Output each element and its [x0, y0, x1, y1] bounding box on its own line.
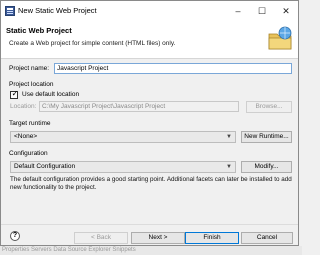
target-runtime-label: Target runtime	[9, 120, 51, 127]
minimize-button[interactable]: –	[227, 3, 249, 19]
next-button[interactable]: Next >	[131, 232, 185, 244]
configuration-select[interactable]: Default Configuration ▼	[10, 161, 236, 173]
use-default-location-label: Use default location	[22, 91, 80, 98]
background-view-tabs: Properties Servers Data Source Explorer …	[0, 246, 302, 255]
cancel-button[interactable]: Cancel	[241, 232, 293, 244]
finish-button[interactable]: Finish	[185, 232, 239, 244]
new-runtime-button[interactable]: New Runtime...	[241, 131, 292, 143]
configuration-label: Configuration	[9, 150, 48, 157]
window-title: New Static Web Project	[18, 6, 97, 15]
target-runtime-select[interactable]: <None> ▼	[10, 131, 236, 143]
back-button[interactable]: < Back	[74, 232, 128, 244]
project-name-input[interactable]: Javascript Project	[54, 63, 292, 74]
configuration-info-text: The default configuration provides a goo…	[10, 176, 292, 191]
modify-button[interactable]: Modify...	[241, 161, 292, 173]
project-name-label: Project name:	[9, 65, 50, 72]
wizard-header: Static Web Project Create a Web project …	[1, 21, 298, 59]
location-label: Location:	[10, 103, 37, 110]
dialog-window: New Static Web Project – ☐ ✕ Static Web …	[0, 0, 299, 246]
help-icon: ?	[12, 232, 18, 239]
location-input[interactable]: C:\My Javascript Project\Javascript Proj…	[39, 101, 239, 112]
minimize-icon: –	[235, 6, 241, 16]
chevron-down-icon: ▼	[226, 134, 232, 140]
page-title: Static Web Project	[6, 26, 72, 35]
web-project-folder-icon	[268, 26, 292, 50]
target-runtime-value: <None>	[14, 133, 38, 140]
checkmark-icon: ✓	[11, 89, 19, 98]
footer-divider	[1, 224, 298, 225]
close-icon: ✕	[282, 6, 290, 16]
chevron-down-icon: ▼	[226, 164, 232, 170]
maximize-icon: ☐	[257, 6, 267, 16]
maximize-button[interactable]: ☐	[251, 3, 273, 19]
close-button[interactable]: ✕	[275, 3, 297, 19]
title-bar: New Static Web Project – ☐ ✕	[1, 1, 298, 21]
browse-button[interactable]: Browse...	[246, 101, 292, 113]
project-location-label: Project location	[9, 81, 54, 88]
configuration-value: Default Configuration	[14, 163, 76, 170]
help-button[interactable]: ?	[10, 231, 20, 241]
page-description: Create a Web project for simple content …	[9, 40, 176, 47]
use-default-location-checkbox[interactable]: ✓	[10, 89, 19, 99]
eclipse-app-icon	[5, 6, 15, 16]
